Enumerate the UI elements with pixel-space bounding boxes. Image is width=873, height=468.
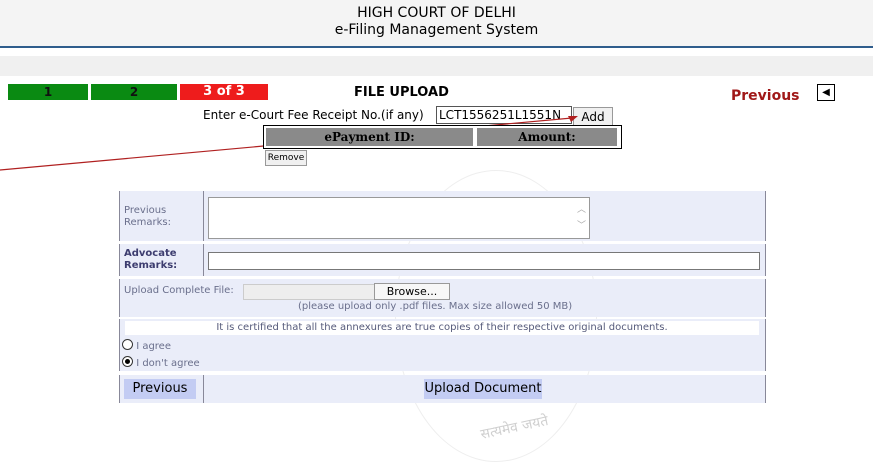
header-title: HIGH COURT OF DELHI	[357, 5, 516, 21]
payment-id-header: ePayment ID:	[266, 128, 473, 146]
step-2[interactable]: 2	[91, 84, 177, 100]
divider	[203, 375, 204, 403]
left-triangle-icon[interactable]: ◀	[817, 84, 835, 101]
step-3-current: 3 of 3	[180, 84, 268, 100]
divider	[203, 244, 204, 276]
sub-bar	[0, 56, 873, 76]
remove-button[interactable]: Remove	[265, 150, 307, 166]
previous-remarks-textarea[interactable]: ︿ ﹀	[208, 197, 590, 239]
scroll-arrows-icon[interactable]: ︿ ﹀	[577, 202, 586, 234]
amount-header: Amount:	[477, 128, 617, 146]
action-row: Previous Upload Document	[119, 375, 766, 403]
disagree-radio[interactable]	[122, 356, 133, 367]
payment-table: ePayment ID: Amount:	[263, 125, 622, 149]
advocate-remarks-input[interactable]	[208, 252, 760, 270]
advocate-remarks-row: Advocate Remarks:	[119, 244, 766, 276]
step-1[interactable]: 1	[8, 84, 88, 100]
site-header: HIGH COURT OF DELHI e-Filing Management …	[0, 0, 873, 48]
agree-label: I agree	[136, 341, 171, 352]
previous-button[interactable]: Previous	[124, 379, 196, 399]
browse-button[interactable]: Browse...	[374, 283, 450, 300]
previous-remarks-label: Previous Remarks:	[124, 205, 172, 228]
previous-link[interactable]: Previous	[731, 88, 800, 104]
upload-note: (please upload only .pdf files. Max size…	[298, 301, 573, 312]
upload-document-button[interactable]: Upload Document	[424, 379, 542, 399]
previous-remarks-row: Previous Remarks: ︿ ﹀	[119, 191, 766, 241]
certification-text: It is certified that all the annexures a…	[125, 321, 759, 335]
disagree-option[interactable]: I don't agree	[122, 356, 200, 369]
agree-radio[interactable]	[122, 339, 133, 350]
advocate-remarks-label: Advocate Remarks:	[124, 248, 178, 271]
disagree-label: I don't agree	[136, 358, 200, 369]
agree-option[interactable]: I agree	[122, 339, 171, 352]
page-title: FILE UPLOAD	[354, 85, 449, 100]
upload-row: Upload Complete File: Browse... (please …	[119, 279, 766, 317]
certification-row: It is certified that all the annexures a…	[119, 319, 766, 371]
upload-form: Previous Remarks: ︿ ﹀ Advocate Remarks: U…	[119, 191, 766, 403]
divider	[203, 191, 204, 241]
header-subtitle: e-Filing Management System	[334, 22, 539, 38]
file-path-field[interactable]	[243, 284, 375, 300]
upload-label: Upload Complete File:	[124, 285, 234, 296]
